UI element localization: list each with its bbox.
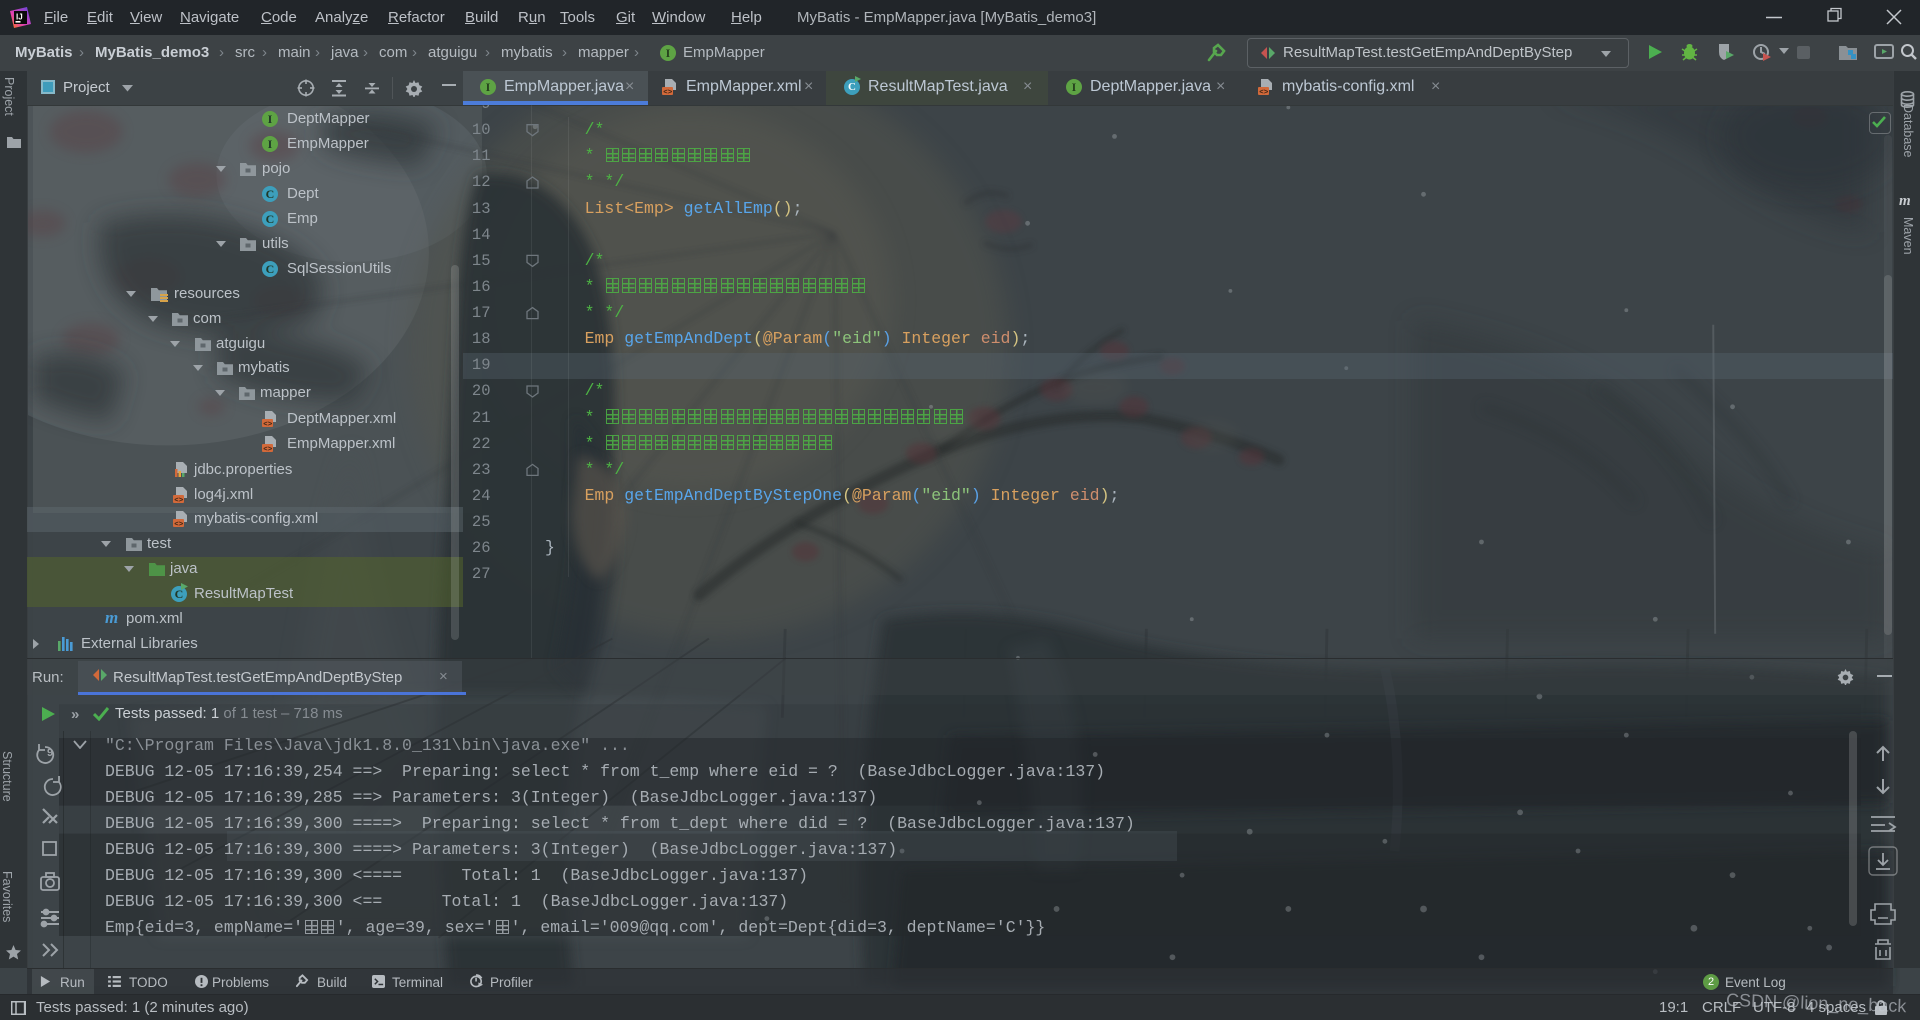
svg-text:<>: <> xyxy=(263,446,273,452)
svg-text:<>: <> xyxy=(263,421,273,427)
svg-text:IJ: IJ xyxy=(16,13,23,22)
svg-text:<>: <> xyxy=(174,521,184,527)
svg-text:9: 9 xyxy=(47,747,53,759)
svg-text:<>: <> xyxy=(174,497,184,503)
svg-text:<>: <> xyxy=(663,89,673,95)
svg-text:<>: <> xyxy=(1259,89,1269,95)
